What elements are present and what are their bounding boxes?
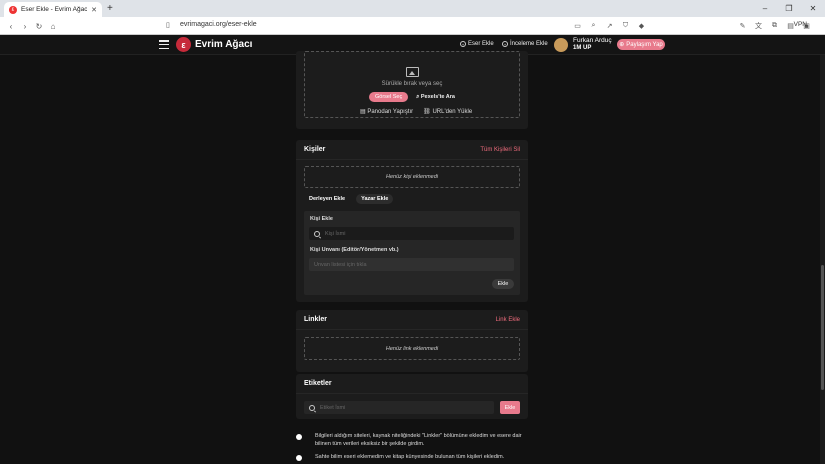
nav-buttons: ‹ › ↻ ⌂ [4,20,60,32]
address-bar[interactable]: evrimagaci.org/eser-ekle [180,21,257,28]
confirm-no-pseudoscience-radio[interactable] [296,455,302,461]
people-header: Kişiler Tüm Kişileri Sil [296,140,528,160]
people-card: Kişiler Tüm Kişileri Sil Henüz kişi ekle… [296,140,528,302]
image-icon [405,67,419,77]
upload-actions: Görsel Seç ⌕ Pexels'te Ara [369,92,455,102]
role-label: Kişi Unvanı (Editör/Yönetmen vb.) [310,247,399,253]
links-empty-state: Henüz link eklenmedi [304,337,520,360]
shield-icon[interactable]: ⛉ [620,20,631,31]
tag-name-input[interactable]: Etiket İsmi [304,401,494,414]
user-info[interactable]: Furkan Arduç 1M UP [573,37,612,52]
links-card: Linkler Link Ekle Henüz link eklenmedi [296,310,528,372]
url-label: URL'den Yükle [432,109,473,115]
zoom-icon[interactable]: ⌕ [588,20,599,31]
people-title: Kişiler [304,146,326,153]
tab-title: Eser Ekle - Evrim Ağacı [21,6,88,13]
add-author-button[interactable]: Yazar Ekle [356,194,394,204]
close-tab-icon[interactable]: ✕ [91,6,97,14]
page-scrollbar[interactable] [820,55,825,464]
add-work-link[interactable]: + Eser Ekle [460,41,494,47]
tags-header: Etiketler [296,374,528,394]
new-tab-icon[interactable]: + [107,3,113,14]
add-tag-button[interactable]: Ekle [500,401,520,414]
tag-placeholder: Etiket İsmi [320,404,346,411]
add-person-button[interactable]: Ekle [492,279,514,289]
bookmark-icon[interactable]: ▯ [166,21,170,29]
avatar[interactable] [554,38,568,52]
search-pexels-button[interactable]: ⌕ Pexels'te Ara [416,94,455,101]
person-placeholder: Kişi İsmi [325,230,346,237]
share-label: Paylaşım Yap [626,41,663,48]
tags-title: Etiketler [304,380,332,387]
links-title: Linkler [304,316,327,323]
home-icon[interactable]: ⌂ [46,20,60,32]
plus-circle-icon: + [502,41,508,47]
pick-image-button[interactable]: Görsel Seç [369,92,409,102]
load-url-button[interactable]: ⛓ URL'den Yükle [423,108,472,115]
person-name-input[interactable]: Kişi İsmi [309,227,514,240]
add-link-button[interactable]: Link Ekle [496,317,520,323]
paste-label: Panodan Yapıştır [367,109,414,115]
role-placeholder: Unvan listesi için tıkla [314,261,367,268]
back-icon[interactable]: ‹ [4,20,18,32]
upload-extra-actions: ▤ Panodan Yapıştır ⛓ URL'den Yükle [360,108,472,115]
browser-tab[interactable]: ε Eser Ekle - Evrim Ağacı ✕ [4,2,102,17]
site-favicon-icon: ε [9,5,17,14]
drop-text: Sürükle bırak veya seç [381,81,443,87]
brand-name[interactable]: Evrim Ağacı [195,39,252,50]
add-review-link[interactable]: + İnceleme Ekle [502,41,548,47]
puzzle-icon[interactable]: ⧉ [769,20,780,31]
translate-icon[interactable]: 文 [753,20,764,31]
add-editor-button[interactable]: Derleyen Ekle [304,194,350,204]
share-post-button[interactable]: ⊕ Paylaşım Yap [617,39,665,50]
logo-icon[interactable]: ε [176,37,191,52]
pin-icon[interactable]: ✎ [737,20,748,31]
plus-circle-icon: + [460,41,466,47]
add-person-form: Kişi Ekle Kişi İsmi Kişi Unvanı (Editör/… [304,211,520,295]
people-empty-state: Henüz kişi eklenmedi [304,166,520,188]
add-review-label: İnceleme Ekle [510,41,548,47]
person-label: Kişi Ekle [310,216,333,222]
paste-clipboard-button[interactable]: ▤ Panodan Yapıştır [360,108,413,115]
pexels-label: Pexels'te Ara [420,93,455,100]
search-icon [314,230,320,237]
user-score: 1M UP [573,44,592,51]
reload-icon[interactable]: ↻ [32,20,46,32]
confirm-sources-radio[interactable] [296,434,302,440]
scrollbar-thumb[interactable] [821,265,824,390]
plus-icon: ⊕ [619,42,625,48]
close-window-icon[interactable]: ✕ [801,0,825,17]
vpn-badge[interactable]: VPN [794,21,807,28]
add-work-label: Eser Ekle [468,41,494,47]
menu-icon[interactable] [159,40,169,49]
confirm-sources-text: Bilgileri aldığım siteleri, kaynak nitel… [315,433,522,447]
window-controls: – ❐ ✕ [753,0,825,17]
forward-icon[interactable]: › [18,20,32,32]
clear-all-people-button[interactable]: Tüm Kişileri Sil [480,147,520,153]
toolbar-icons: ▭ ⌕ ↗ ⛉ ◆ ✎ 文 ⧉ ▤ ▣ [572,20,812,31]
links-header: Linkler Link Ekle [296,310,528,330]
confirm-no-pseudoscience-text: Sahte bilim eseri eklemedim ve kitap kün… [315,454,505,460]
minimize-icon[interactable]: – [753,0,777,17]
search-icon [309,404,315,411]
tags-card: Etiketler Etiket İsmi Ekle [296,374,528,419]
cast-icon[interactable]: ▭ [572,20,583,31]
share-icon[interactable]: ↗ [604,20,615,31]
browser-tab-strip: ε Eser Ekle - Evrim Ağacı ✕ + – ❐ ✕ [0,0,825,17]
people-role-buttons: Derleyen Ekle Yazar Ekle [304,194,394,204]
page-content: Sürükle bırak veya seç Görsel Seç ⌕ Pexe… [0,51,825,464]
role-input[interactable]: Unvan listesi için tıkla [309,258,514,271]
user-name: Furkan Arduç [573,37,612,44]
image-upload-card: Sürükle bırak veya seç Görsel Seç ⌕ Pexe… [296,51,528,129]
maximize-icon[interactable]: ❐ [777,0,801,17]
extension-icon[interactable]: ◆ [636,20,647,31]
browser-toolbar: ‹ › ↻ ⌂ ▯ evrimagaci.org/eser-ekle ▭ ⌕ ↗… [0,17,825,35]
